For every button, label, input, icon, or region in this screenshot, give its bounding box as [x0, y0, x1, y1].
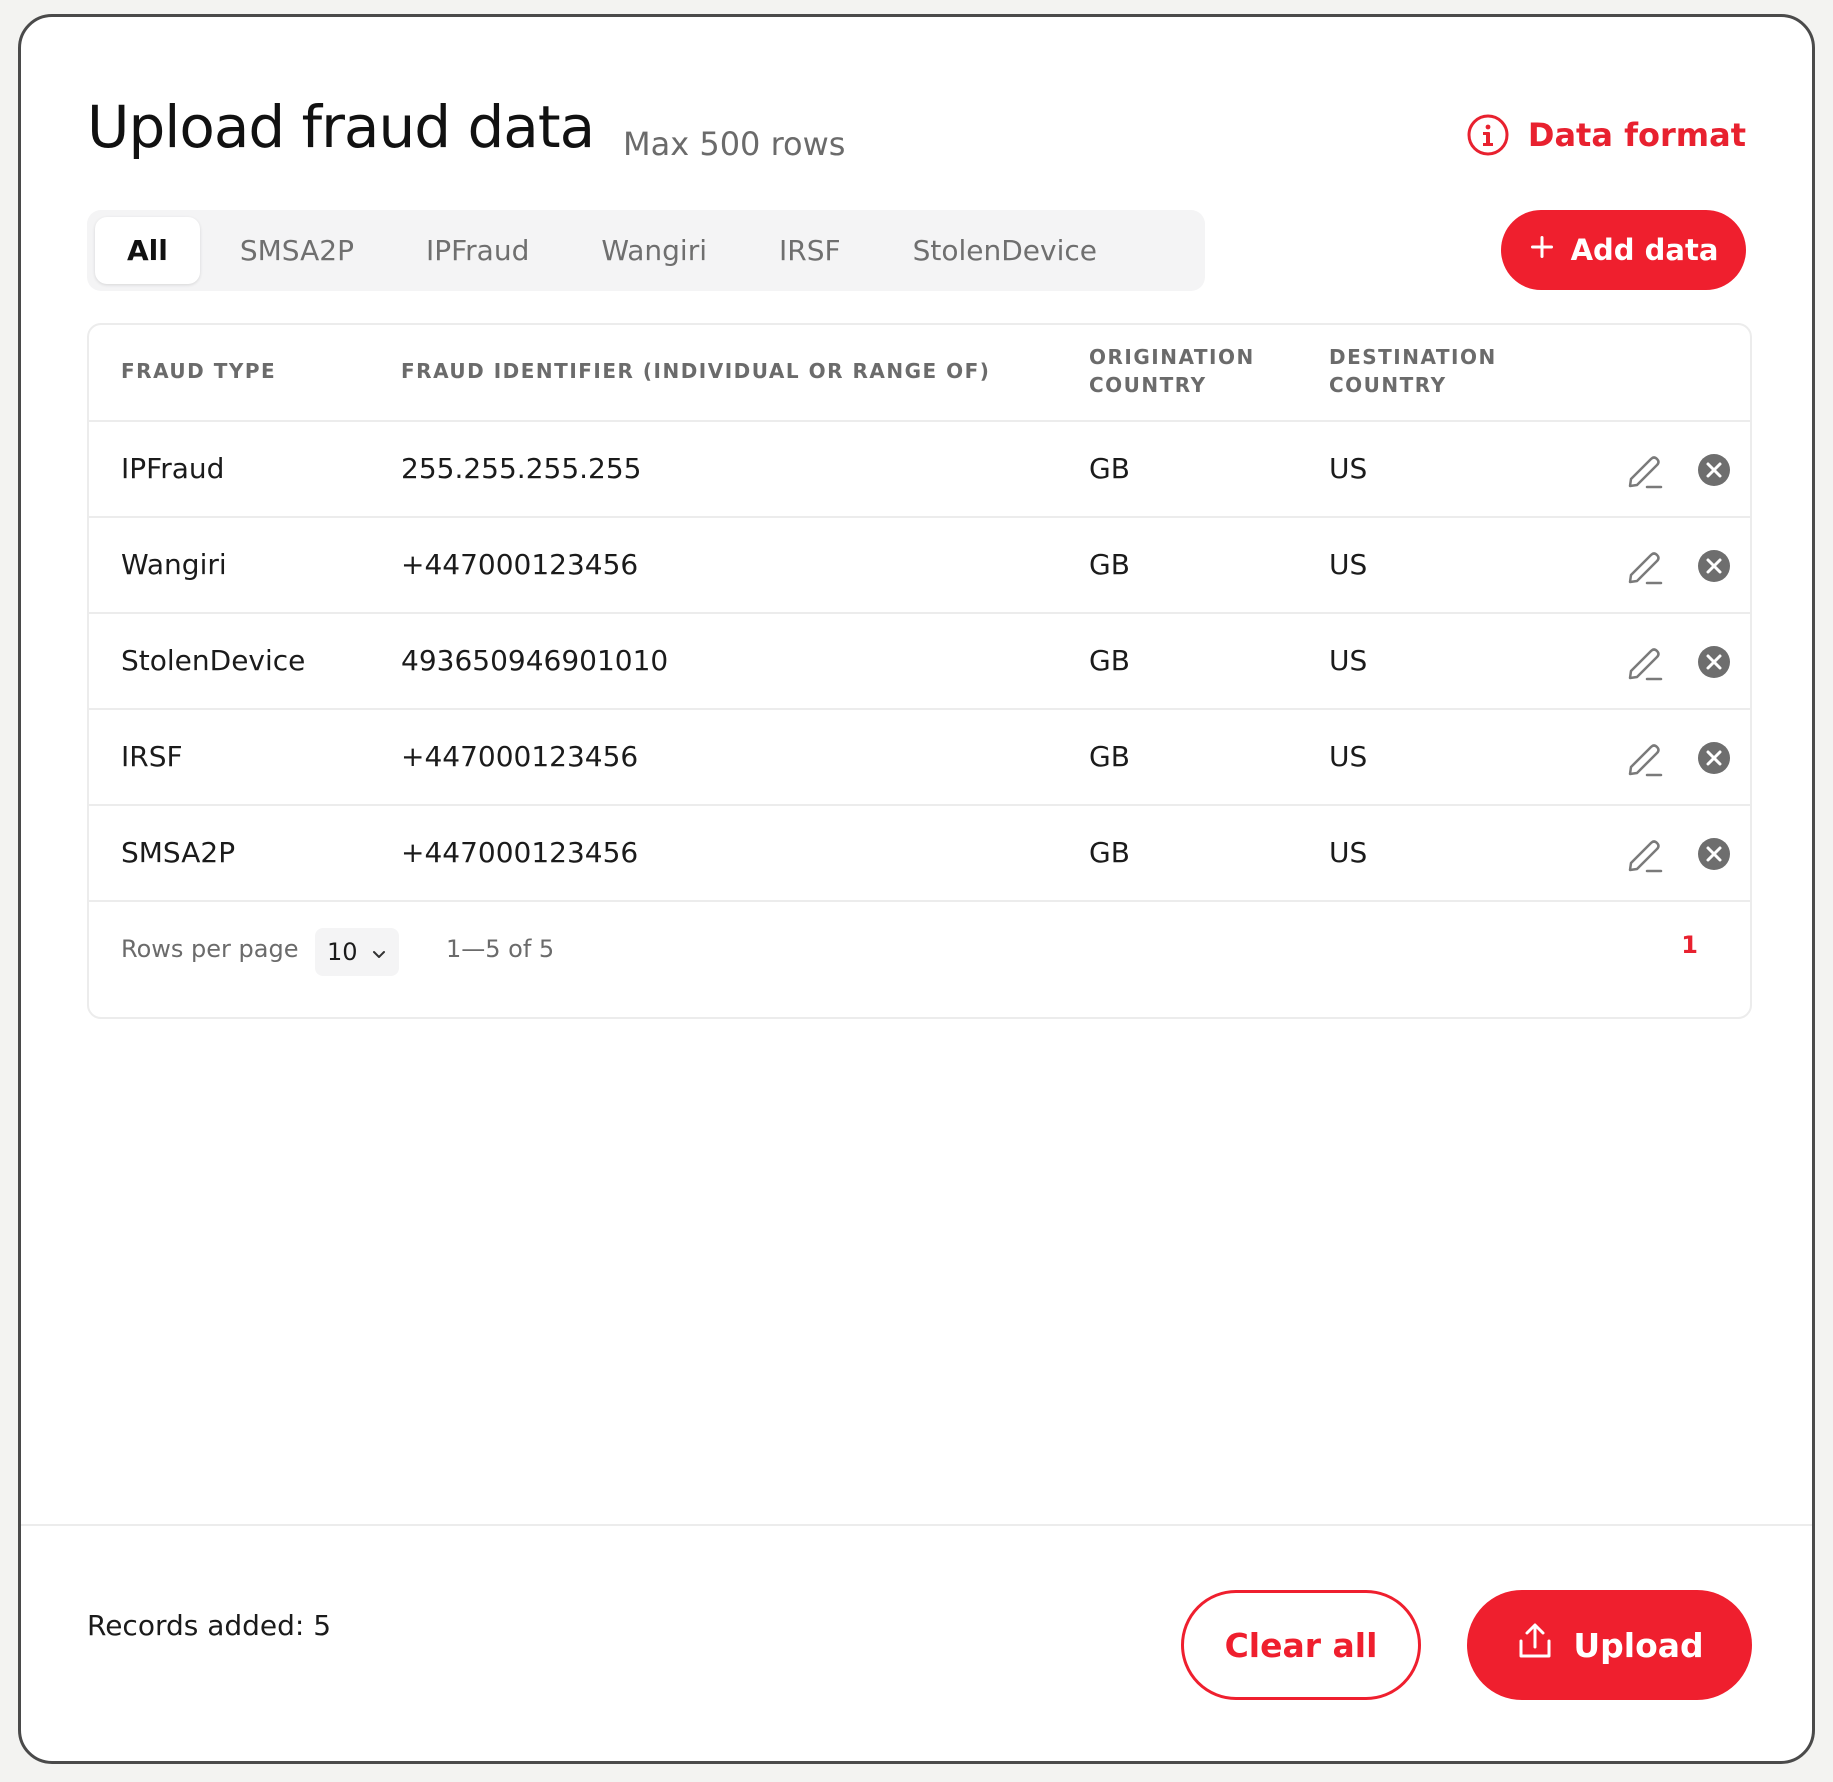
fraud-type-cell: Wangiri — [121, 547, 227, 581]
close-circle-icon — [1698, 838, 1730, 870]
fraud-type-cell: SMSA2P — [121, 835, 236, 869]
identifier-cell: +447000123456 — [401, 739, 639, 773]
page-title: Upload fraud data — [87, 93, 595, 161]
edit-row-button[interactable] — [1622, 736, 1666, 780]
tab-wangiri[interactable]: Wangiri — [569, 217, 739, 284]
table-row: IRSF +447000123456 GB US — [89, 708, 1750, 806]
fraud-type-tabs: All SMSA2P IPFraud Wangiri IRSF StolenDe… — [87, 210, 1205, 291]
max-rows-subtitle: Max 500 rows — [623, 125, 846, 163]
data-format-label: Data format — [1527, 116, 1746, 154]
delete-row-button[interactable] — [1692, 640, 1736, 684]
column-header-fraud-type: FRAUD TYPE — [121, 359, 277, 383]
edit-row-button[interactable] — [1622, 832, 1666, 876]
pagination-bar: Rows per page 10 1—5 of 5 1 — [89, 901, 1750, 1001]
column-header-destination-country: DESTINATION COUNTRY — [1329, 345, 1497, 397]
pencil-icon — [1628, 744, 1663, 777]
delete-row-button[interactable] — [1692, 736, 1736, 780]
destination-cell: US — [1329, 451, 1368, 485]
origination-cell: GB — [1089, 451, 1130, 485]
origination-cell: GB — [1089, 835, 1130, 869]
column-header-fraud-identifier: FRAUD IDENTIFIER (INDIVIDUAL OR RANGE OF… — [401, 359, 991, 383]
tab-ipfraud[interactable]: IPFraud — [394, 217, 561, 284]
pagination-range: 1—5 of 5 — [446, 935, 555, 963]
destination-cell: US — [1329, 643, 1368, 677]
fraud-data-table: FRAUD TYPE FRAUD IDENTIFIER (INDIVIDUAL … — [87, 323, 1752, 1019]
identifier-cell: 255.255.255.255 — [401, 451, 642, 485]
close-circle-icon — [1698, 550, 1730, 582]
close-circle-icon — [1698, 646, 1730, 678]
clear-all-button[interactable]: Clear all — [1181, 1590, 1421, 1700]
pencil-icon — [1628, 552, 1663, 585]
destination-cell: US — [1329, 547, 1368, 581]
tab-irsf[interactable]: IRSF — [747, 217, 873, 284]
delete-row-button[interactable] — [1692, 544, 1736, 588]
table-row: StolenDevice 493650946901010 GB US — [89, 612, 1750, 710]
edit-row-button[interactable] — [1622, 544, 1666, 588]
pencil-icon — [1628, 648, 1663, 681]
add-data-button[interactable]: Add data — [1501, 210, 1746, 290]
table-row: IPFraud 255.255.255.255 GB US — [89, 420, 1750, 518]
close-circle-icon — [1698, 454, 1730, 486]
pencil-icon — [1628, 456, 1663, 489]
delete-row-button[interactable] — [1692, 448, 1736, 492]
footer-divider — [21, 1524, 1812, 1526]
pencil-icon — [1628, 840, 1663, 873]
records-added-count: Records added: 5 — [87, 1609, 332, 1642]
edit-row-button[interactable] — [1622, 448, 1666, 492]
table-row: SMSA2P +447000123456 GB US — [89, 804, 1750, 902]
rows-per-page-select[interactable]: 10 — [315, 928, 399, 976]
origination-cell: GB — [1089, 643, 1130, 677]
table-row: Wangiri +447000123456 GB US — [89, 516, 1750, 614]
tab-smsa2p[interactable]: SMSA2P — [208, 217, 386, 284]
upload-icon — [1515, 1621, 1555, 1669]
page-number-button[interactable]: 1 — [1681, 931, 1698, 959]
identifier-cell: +447000123456 — [401, 835, 639, 869]
fraud-type-cell: IRSF — [121, 739, 183, 773]
destination-cell: US — [1329, 835, 1368, 869]
upload-fraud-data-modal: Upload fraud data Max 500 rows Data form… — [18, 14, 1815, 1764]
tab-all[interactable]: All — [95, 217, 200, 284]
column-header-origination-country: ORIGINATION COUNTRY — [1089, 345, 1255, 397]
identifier-cell: 493650946901010 — [401, 643, 669, 677]
tab-stolendevice[interactable]: StolenDevice — [881, 217, 1129, 284]
data-format-link[interactable]: Data format — [1466, 113, 1746, 157]
edit-row-button[interactable] — [1622, 640, 1666, 684]
fraud-type-cell: IPFraud — [121, 451, 225, 485]
origination-cell: GB — [1089, 547, 1130, 581]
destination-cell: US — [1329, 739, 1368, 773]
rows-per-page-value: 10 — [327, 938, 358, 966]
identifier-cell: +447000123456 — [401, 547, 639, 581]
plus-icon — [1529, 233, 1555, 267]
rows-per-page-label: Rows per page — [121, 935, 299, 963]
chevron-down-icon — [372, 938, 386, 966]
fraud-type-cell: StolenDevice — [121, 643, 306, 677]
upload-button[interactable]: Upload — [1467, 1590, 1752, 1700]
delete-row-button[interactable] — [1692, 832, 1736, 876]
add-data-label: Add data — [1570, 233, 1719, 267]
origination-cell: GB — [1089, 739, 1130, 773]
upload-label: Upload — [1573, 1625, 1704, 1665]
close-circle-icon — [1698, 742, 1730, 774]
table-header: FRAUD TYPE FRAUD IDENTIFIER (INDIVIDUAL … — [89, 325, 1750, 422]
info-icon — [1466, 113, 1510, 157]
